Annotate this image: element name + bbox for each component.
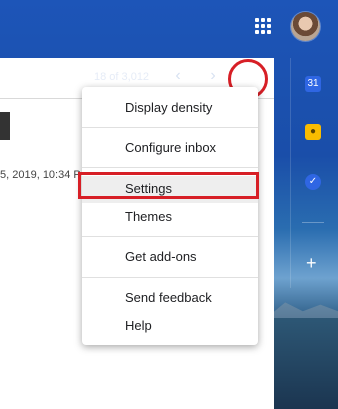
account-avatar[interactable] [291, 12, 320, 41]
apps-grid-icon[interactable] [255, 18, 271, 34]
gear-icon: ⚙ [240, 68, 256, 87]
side-panel [290, 58, 338, 409]
email-date: 5, 2019, 10:34 P [0, 169, 81, 181]
menu-divider [82, 236, 258, 237]
menu-item-display-density[interactable]: Display density [125, 100, 212, 115]
menu-item-help[interactable]: Help [125, 318, 152, 333]
menu-divider [82, 127, 258, 128]
menu-divider [82, 277, 258, 278]
menu-item-send-feedback[interactable]: Send feedback [125, 290, 212, 305]
calendar-icon[interactable]: 31 [305, 76, 321, 92]
side-panel-separator [302, 222, 324, 223]
annotation-box-settings [78, 172, 259, 199]
keep-bulb-icon[interactable]: ● [305, 124, 321, 140]
pager-count: 18 of 3,012 [94, 71, 150, 83]
chevron-right-icon[interactable]: › [205, 66, 221, 86]
tasks-check-icon[interactable]: ✓ [305, 174, 321, 190]
add-addon-icon[interactable]: + [306, 254, 317, 272]
settings-menu: Display density Configure inbox Settings… [82, 87, 258, 345]
subject-edge [0, 112, 10, 140]
menu-divider [82, 167, 258, 168]
chevron-left-icon[interactable]: ‹ [170, 66, 186, 86]
menu-item-get-addons[interactable]: Get add-ons [125, 249, 197, 264]
menu-item-themes[interactable]: Themes [125, 209, 172, 224]
top-header [0, 0, 338, 58]
menu-item-configure-inbox[interactable]: Configure inbox [125, 140, 216, 155]
